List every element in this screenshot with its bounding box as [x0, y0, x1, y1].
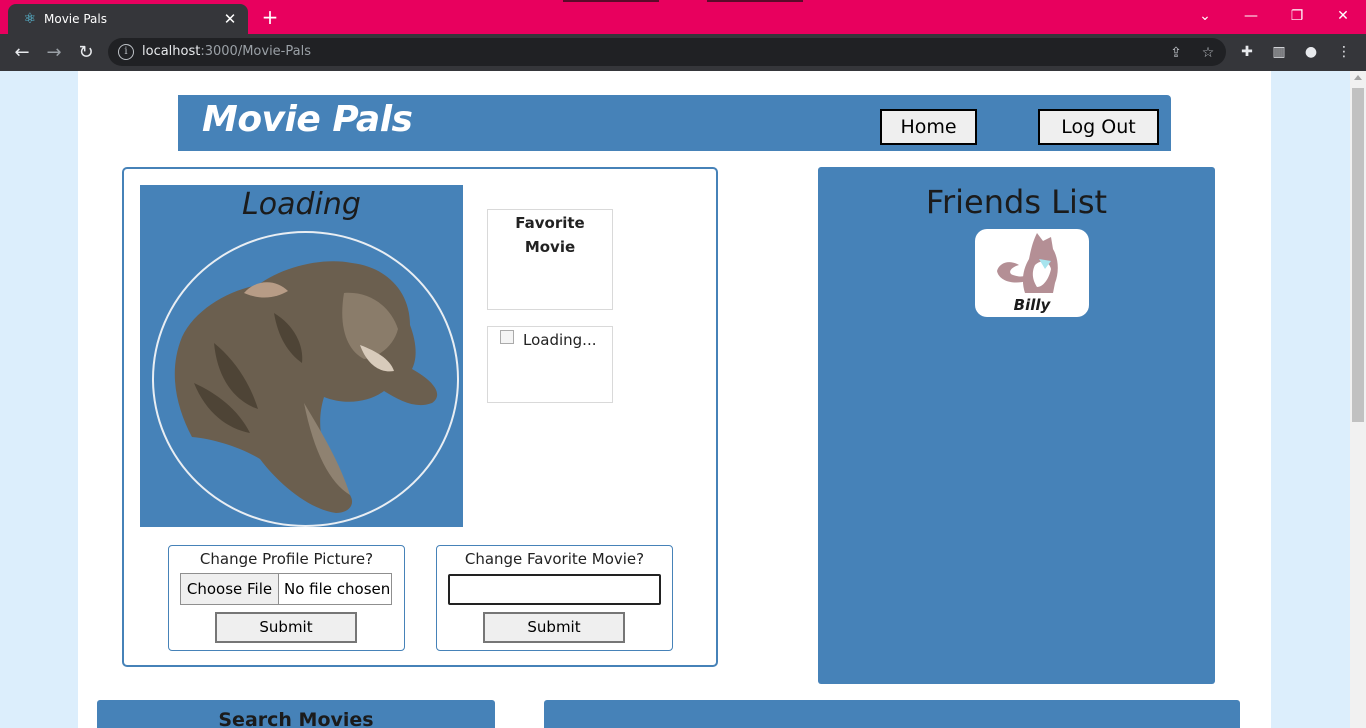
- scroll-up-icon[interactable]: [1354, 75, 1362, 80]
- bookmark-star-icon[interactable]: ☆: [1198, 43, 1218, 63]
- avatar: [152, 231, 459, 527]
- tabstrip-mark: [563, 0, 659, 2]
- favorite-movie-box: Favorite Movie: [487, 209, 613, 310]
- new-tab-button[interactable]: +: [258, 5, 282, 29]
- menu-icon[interactable]: ⋮: [1334, 42, 1354, 62]
- change-picture-form: Change Profile Picture? Choose File No f…: [168, 545, 405, 651]
- react-icon: ⚛: [23, 11, 37, 27]
- poster-alt-text: Loading...: [523, 331, 597, 349]
- favorite-movie-input[interactable]: [448, 574, 661, 605]
- browser-toolbar: ← → ↻ i localhost:3000/Movie-Pals ⇪ ☆ ✚ …: [0, 34, 1366, 71]
- page-scrollbar[interactable]: [1350, 71, 1366, 728]
- restore-icon[interactable]: ❐: [1282, 4, 1312, 28]
- tab-search-icon[interactable]: ⌄: [1190, 4, 1220, 28]
- movie-poster: Loading...: [487, 326, 613, 403]
- close-window-icon[interactable]: ✕: [1328, 4, 1358, 28]
- profile-icon[interactable]: ●: [1301, 42, 1321, 62]
- favorite-movie-label: Movie: [524, 238, 576, 256]
- favorite-movie-label: Favorite: [515, 214, 585, 232]
- tabstrip-mark: [707, 0, 803, 2]
- share-icon[interactable]: ⇪: [1166, 43, 1186, 63]
- cat-photo-icon: [174, 261, 438, 513]
- broken-image-icon: [500, 330, 514, 344]
- site-header: Movie Pals Home Log Out: [178, 95, 1171, 151]
- file-input[interactable]: Choose File No file chosen: [180, 573, 392, 605]
- url-text: localhost:3000/Movie-Pals: [142, 44, 311, 59]
- choose-file-button[interactable]: Choose File: [181, 574, 279, 604]
- home-button[interactable]: Home: [880, 109, 977, 145]
- forward-icon[interactable]: →: [41, 40, 67, 66]
- site-brand: Movie Pals: [202, 99, 413, 140]
- extensions-icon[interactable]: ✚: [1237, 42, 1257, 62]
- tab-title: Movie Pals: [44, 12, 107, 26]
- scrollbar-thumb[interactable]: [1352, 88, 1364, 422]
- profile-card: Loading Favorite Movie Loading... Change…: [122, 167, 718, 667]
- submit-movie-button[interactable]: Submit: [483, 612, 625, 643]
- search-heading: Search Movies: [218, 709, 374, 728]
- bottom-right-panel: [544, 700, 1240, 728]
- avatar-panel: Loading: [140, 185, 463, 527]
- change-movie-label: Change Favorite Movie?: [464, 550, 645, 568]
- friend-name: Billy: [1013, 296, 1051, 314]
- back-icon[interactable]: ←: [9, 40, 35, 66]
- site-info-icon[interactable]: i: [118, 44, 134, 60]
- page-viewport: Movie Pals Home Log Out Loading Favorite…: [0, 71, 1350, 728]
- change-picture-label: Change Profile Picture?: [199, 550, 374, 568]
- friends-panel: Friends List Billy: [818, 167, 1215, 684]
- file-status: No file chosen: [284, 580, 391, 598]
- friends-heading: Friends List: [925, 183, 1108, 221]
- reload-icon[interactable]: ↻: [73, 40, 99, 66]
- page-content: Movie Pals Home Log Out Loading Favorite…: [78, 71, 1271, 728]
- submit-picture-button[interactable]: Submit: [215, 612, 357, 643]
- logout-button[interactable]: Log Out: [1038, 109, 1159, 145]
- side-panel-icon[interactable]: ▥: [1269, 42, 1289, 62]
- browser-tabbar: ⚛ Movie Pals ✕ + ⌄ — ❐ ✕: [0, 0, 1366, 34]
- close-tab-icon[interactable]: ✕: [220, 9, 240, 29]
- search-panel: Search Movies: [97, 700, 495, 728]
- friend-card[interactable]: Billy: [975, 229, 1089, 317]
- cat-avatar-icon: [997, 233, 1058, 293]
- change-movie-form: Change Favorite Movie? Submit: [436, 545, 673, 651]
- minimize-icon[interactable]: —: [1236, 4, 1266, 28]
- profile-name: Loading: [242, 187, 361, 222]
- address-bar[interactable]: i localhost:3000/Movie-Pals ⇪ ☆: [108, 38, 1226, 66]
- browser-tab[interactable]: ⚛ Movie Pals ✕: [8, 4, 248, 34]
